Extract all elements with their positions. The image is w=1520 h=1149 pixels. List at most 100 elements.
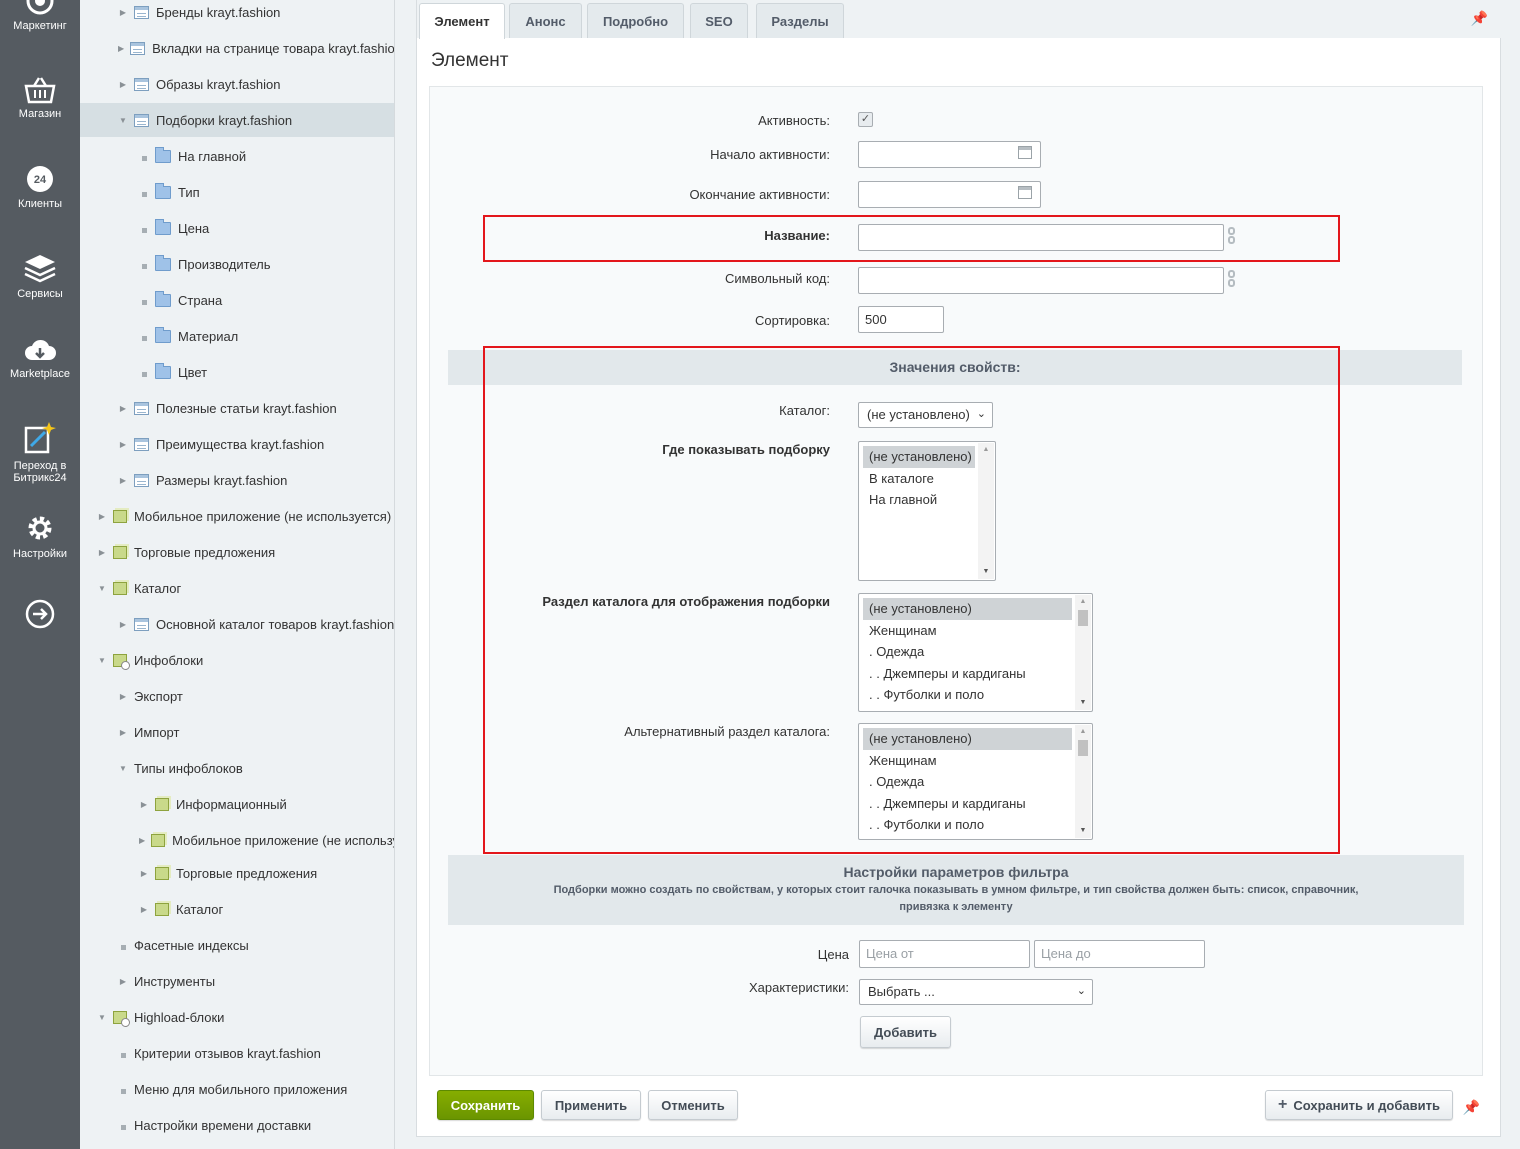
code-input[interactable] xyxy=(858,267,1224,294)
tab-sections[interactable]: Разделы xyxy=(756,3,844,38)
tree-item[interactable]: ▶ Образы krayt.fashion xyxy=(80,67,394,101)
expand-arrow-icon[interactable]: ▶ xyxy=(118,977,128,986)
tree-item[interactable]: ▶ Торговые предложения xyxy=(80,856,394,890)
expand-arrow-icon[interactable]: ▶ xyxy=(97,512,107,521)
collapse-arrow-icon[interactable]: ▼ xyxy=(97,1013,107,1022)
expand-arrow-icon[interactable]: ▶ xyxy=(118,404,128,413)
tree-item[interactable]: ▶ Основной каталог товаров krayt.fashion xyxy=(80,607,394,641)
tree-item-label: Цвет xyxy=(178,364,208,380)
expand-arrow-icon[interactable]: ▶ xyxy=(118,728,128,737)
tree-item[interactable]: ▼ Типы инфоблоков xyxy=(80,751,394,785)
tree-item-label: Бренды krayt.fashion xyxy=(156,4,281,20)
tree-item-label: Highload-блоки xyxy=(134,1009,225,1025)
active-checkbox[interactable]: ✓ xyxy=(858,112,873,127)
tree-item[interactable]: Настройки времени доставки xyxy=(80,1108,394,1142)
tree-item[interactable]: ▶ Размеры krayt.fashion xyxy=(80,463,394,497)
expand-arrow-icon[interactable]: ▶ xyxy=(118,440,128,449)
folder-icon xyxy=(155,182,171,199)
apply-button[interactable]: Применить xyxy=(541,1090,641,1120)
rail-label: Магазин xyxy=(18,108,62,120)
iblock-type-icon xyxy=(155,866,169,880)
tree-item-label: Тип xyxy=(178,184,200,200)
save-button[interactable]: Сохранить xyxy=(437,1090,534,1120)
tree-item[interactable]: Цена xyxy=(80,211,394,245)
tree-item[interactable]: На главной xyxy=(80,139,394,173)
tree-item[interactable]: ▶ Каталог xyxy=(80,892,394,926)
expand-arrow-icon[interactable]: ▶ xyxy=(118,8,128,17)
expand-arrow-icon[interactable]: ▶ xyxy=(118,620,128,629)
admin-menu-tree: ▶ Бренды krayt.fashion ▶ Вкладки на страни… xyxy=(80,0,395,1149)
tree-item[interactable]: Тип xyxy=(80,175,394,209)
tree-item[interactable]: Меню для мобильного приложения xyxy=(80,1072,394,1106)
tab-seo[interactable]: SEO xyxy=(690,3,748,38)
rail-item-marketing[interactable]: Маркетинг xyxy=(0,0,80,32)
tree-item[interactable]: ▶ Информационный xyxy=(80,787,394,821)
rail-item-clients[interactable]: 24 Клиенты xyxy=(0,164,80,210)
tree-item[interactable]: ▼ Каталог xyxy=(80,571,394,605)
pin-icon[interactable]: 📌 xyxy=(1463,1099,1480,1116)
expand-arrow-icon[interactable]: ▶ xyxy=(139,905,149,914)
tree-item[interactable]: ▶ Импорт xyxy=(80,715,394,749)
expand-arrow-icon[interactable]: ▶ xyxy=(139,836,145,845)
expand-arrow-icon[interactable]: ▶ xyxy=(139,800,149,809)
tab-detail[interactable]: Подробно xyxy=(587,3,684,38)
add-filter-button[interactable]: Добавить xyxy=(860,1016,951,1048)
tree-item[interactable]: Страна xyxy=(80,283,394,317)
tree-item[interactable]: ▶ Преимущества krayt.fashion xyxy=(80,427,394,461)
collapse-arrow-icon[interactable]: ▼ xyxy=(97,656,107,665)
tree-item[interactable]: Производитель xyxy=(80,247,394,281)
tree-item[interactable]: Критерии отзывов krayt.fashion xyxy=(80,1036,394,1070)
tab-element[interactable]: Элемент xyxy=(419,3,505,39)
tree-item[interactable]: Цвет xyxy=(80,355,394,389)
svg-text:24: 24 xyxy=(34,174,47,186)
expand-arrow-icon[interactable]: ▶ xyxy=(139,869,149,878)
save-and-add-label: Сохранить и добавить xyxy=(1293,1097,1440,1113)
tree-item[interactable]: ▼ Инфоблоки xyxy=(80,643,394,677)
tree-item[interactable]: Материал xyxy=(80,319,394,353)
rail-item-shop[interactable]: Магазин xyxy=(0,76,80,120)
tree-item[interactable]: ▶ Мобильное приложение (не используется) xyxy=(80,823,394,857)
characteristics-select[interactable]: Выбрать ... ⌄ xyxy=(859,979,1093,1005)
bullet-icon xyxy=(139,293,149,308)
collapse-arrow-icon[interactable]: ▼ xyxy=(118,116,128,125)
bullet-icon xyxy=(118,938,128,953)
cloud-download-icon xyxy=(25,339,56,360)
link-chain-icon[interactable] xyxy=(1228,270,1236,287)
calendar-icon[interactable] xyxy=(1018,186,1032,199)
tree-item-selected[interactable]: ▼ Подборки krayt.fashion xyxy=(80,103,394,137)
rail-item-marketplace[interactable]: Marketplace xyxy=(0,338,80,380)
tree-item[interactable]: ▶ Инструменты xyxy=(80,964,394,998)
tree-item[interactable]: ▶ Бренды krayt.fashion xyxy=(80,0,394,29)
tab-announce[interactable]: Анонс xyxy=(509,3,582,38)
collapse-arrow-icon[interactable]: ▼ xyxy=(97,584,107,593)
tree-item[interactable]: Фасетные индексы xyxy=(80,928,394,962)
tree-item-label: Размеры krayt.fashion xyxy=(156,472,288,488)
tree-item[interactable]: ▼ Highload-блоки xyxy=(80,1000,394,1034)
tree-item-label: Меню для мобильного приложения xyxy=(134,1081,348,1097)
expand-arrow-icon[interactable]: ▶ xyxy=(118,44,124,53)
tree-item[interactable]: ▶ Мобильное приложение (не используется) xyxy=(80,499,394,533)
expand-arrow-icon[interactable]: ▶ xyxy=(118,80,128,89)
save-and-add-button[interactable]: + Сохранить и добавить xyxy=(1265,1090,1453,1120)
price-to-input[interactable]: Цена до xyxy=(1034,940,1205,968)
layers-icon xyxy=(24,255,56,283)
expand-arrow-icon[interactable]: ▶ xyxy=(118,476,128,485)
cancel-button[interactable]: Отменить xyxy=(648,1090,738,1120)
collapse-arrow-icon[interactable]: ▼ xyxy=(118,764,128,773)
rail-item-settings[interactable]: Настройки xyxy=(0,512,80,560)
expand-arrow-icon[interactable]: ▶ xyxy=(118,692,128,701)
tree-item[interactable]: ▶ Вкладки на странице товара krayt.fashio… xyxy=(80,31,394,65)
bullet-icon xyxy=(118,1046,128,1061)
price-from-input[interactable]: Цена от xyxy=(859,940,1030,968)
pin-icon[interactable]: 📌 xyxy=(1471,10,1488,27)
tree-item[interactable]: ▶ Экспорт xyxy=(80,679,394,713)
calendar-icon[interactable] xyxy=(1018,146,1032,159)
tree-item-label: Информационный xyxy=(176,796,287,812)
rail-item-services[interactable]: Сервисы xyxy=(0,252,80,300)
tree-item[interactable]: ▶ Полезные статьи krayt.fashion xyxy=(80,391,394,425)
rail-item-collapse[interactable] xyxy=(0,598,80,634)
expand-arrow-icon[interactable]: ▶ xyxy=(97,548,107,557)
rail-item-bitrix24[interactable]: Переход в Битрикс24 xyxy=(0,420,80,484)
sort-input[interactable]: 500 xyxy=(858,306,944,333)
tree-item[interactable]: ▶ Торговые предложения xyxy=(80,535,394,569)
